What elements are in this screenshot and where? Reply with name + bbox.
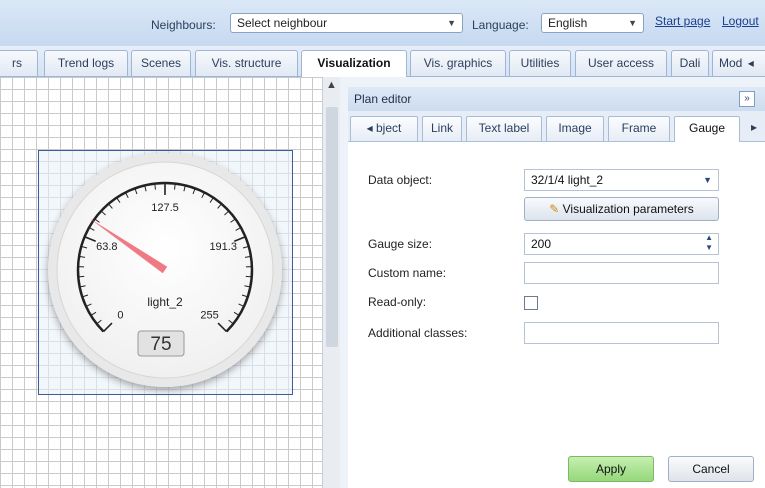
data-object-select[interactable]: 32/1/4 light_2 ▼ — [524, 169, 719, 191]
gauge-name: light_2 — [147, 295, 183, 309]
scroll-thumb[interactable] — [326, 107, 338, 347]
language-select-value: English — [548, 16, 588, 30]
tab-utilities[interactable]: Utilities — [509, 50, 571, 76]
chevron-down-icon: ▼ — [447, 18, 456, 28]
tab-link[interactable]: Link — [422, 116, 462, 141]
logout-link[interactable]: Logout — [722, 14, 759, 28]
gauge-size-label: Gauge size: — [368, 237, 433, 251]
language-label: Language: — [472, 18, 529, 32]
tab-modbus-label: Mod — [719, 56, 743, 70]
tab-scroll-arrow-icon: ◂ — [747, 56, 754, 70]
tab-vis-graphics[interactable]: Vis. graphics — [410, 50, 506, 76]
tab-user-access[interactable]: User access — [575, 50, 667, 76]
custom-name-label: Custom name: — [368, 266, 447, 280]
tab-prev-arrow-icon[interactable]: ◂ — [367, 121, 373, 135]
tab-modbus[interactable]: Mod ◂ — [712, 50, 765, 76]
gauge-tick-label-3: 191.3 — [209, 241, 237, 253]
chevron-down-icon: ▼ — [628, 18, 637, 28]
main-tabs: rs Trend logs Scenes Vis. structure Visu… — [0, 46, 765, 77]
gauge-tick — [174, 183, 176, 190]
pencil-icon: ✎ — [549, 202, 560, 216]
plan-editor-header: Plan editor » — [348, 87, 765, 112]
neighbours-select[interactable]: Select neighbour ▼ — [230, 13, 463, 33]
gauge-tick-label-1: 63.8 — [96, 241, 117, 253]
additional-classes-input[interactable] — [524, 322, 719, 344]
tab-partial[interactable]: rs — [0, 50, 38, 76]
tab-trend-logs[interactable]: Trend logs — [44, 50, 128, 76]
tab-image[interactable]: Image — [546, 116, 604, 141]
data-object-value: 32/1/4 light_2 — [531, 173, 604, 187]
plan-editor-panel: Plan editor » ◂ bject Link Text label Im… — [340, 77, 765, 488]
cancel-button[interactable]: Cancel — [668, 456, 754, 482]
tab-dali[interactable]: Dali — [671, 50, 709, 76]
tab-next-arrow-icon[interactable]: ▸ — [743, 116, 765, 141]
tab-object-label: bject — [376, 121, 402, 135]
gauge-tick-label-4: 255 — [200, 310, 218, 322]
tab-scenes[interactable]: Scenes — [131, 50, 191, 76]
plan-editor-tabs: ◂ bject Link Text label Image Frame Gaug… — [348, 111, 765, 142]
canvas-scrollbar[interactable]: ▲ — [322, 77, 341, 488]
gauge-size-value: 200 — [531, 237, 552, 251]
collapse-icon[interactable]: » — [739, 91, 755, 107]
gauge-value-text: 75 — [150, 334, 171, 355]
tab-frame[interactable]: Frame — [608, 116, 670, 141]
neighbours-select-value: Select neighbour — [237, 16, 328, 30]
read-only-label: Read-only: — [368, 295, 427, 309]
plan-canvas[interactable]: 0 63.8 127.5 191.3 255 light_2 75 — [0, 77, 322, 488]
additional-classes-label: Additional classes: — [368, 326, 468, 340]
tab-vis-structure[interactable]: Vis. structure — [195, 50, 298, 76]
top-bar: Neighbours: Select neighbour ▼ Language:… — [0, 0, 765, 47]
visualization-parameters-button[interactable]: ✎ Visualization parameters — [524, 197, 719, 221]
gauge-size-stepper[interactable]: 200 ▲ ▼ — [524, 233, 719, 255]
read-only-checkbox[interactable] — [524, 296, 538, 310]
tab-object[interactable]: ◂ bject — [350, 116, 418, 141]
apply-button[interactable]: Apply — [568, 456, 654, 482]
data-object-label: Data object: — [368, 173, 433, 187]
gauge-tick-label-2: 127.5 — [151, 202, 179, 214]
visualization-parameters-label: Visualization parameters — [562, 202, 694, 216]
gauge-tick — [154, 183, 156, 190]
language-select[interactable]: English ▼ — [541, 13, 644, 33]
scroll-up-icon[interactable]: ▲ — [326, 79, 337, 91]
chevron-down-icon: ▼ — [703, 175, 712, 185]
stepper-arrows-icon[interactable]: ▲ ▼ — [705, 233, 713, 253]
tab-visualization[interactable]: Visualization — [301, 50, 407, 77]
gauge-widget[interactable]: 0 63.8 127.5 191.3 255 light_2 75 — [0, 77, 322, 488]
plan-editor-form: Data object: 32/1/4 light_2 ▼ ✎ Visualiz… — [348, 142, 765, 488]
plan-editor-title: Plan editor — [354, 92, 412, 106]
gauge-tick-label-0: 0 — [117, 310, 123, 322]
custom-name-input[interactable] — [524, 262, 719, 284]
tab-text-label[interactable]: Text label — [466, 116, 542, 141]
neighbours-label: Neighbours: — [151, 18, 216, 32]
tab-gauge[interactable]: Gauge — [674, 116, 740, 142]
start-page-link[interactable]: Start page — [655, 14, 710, 28]
